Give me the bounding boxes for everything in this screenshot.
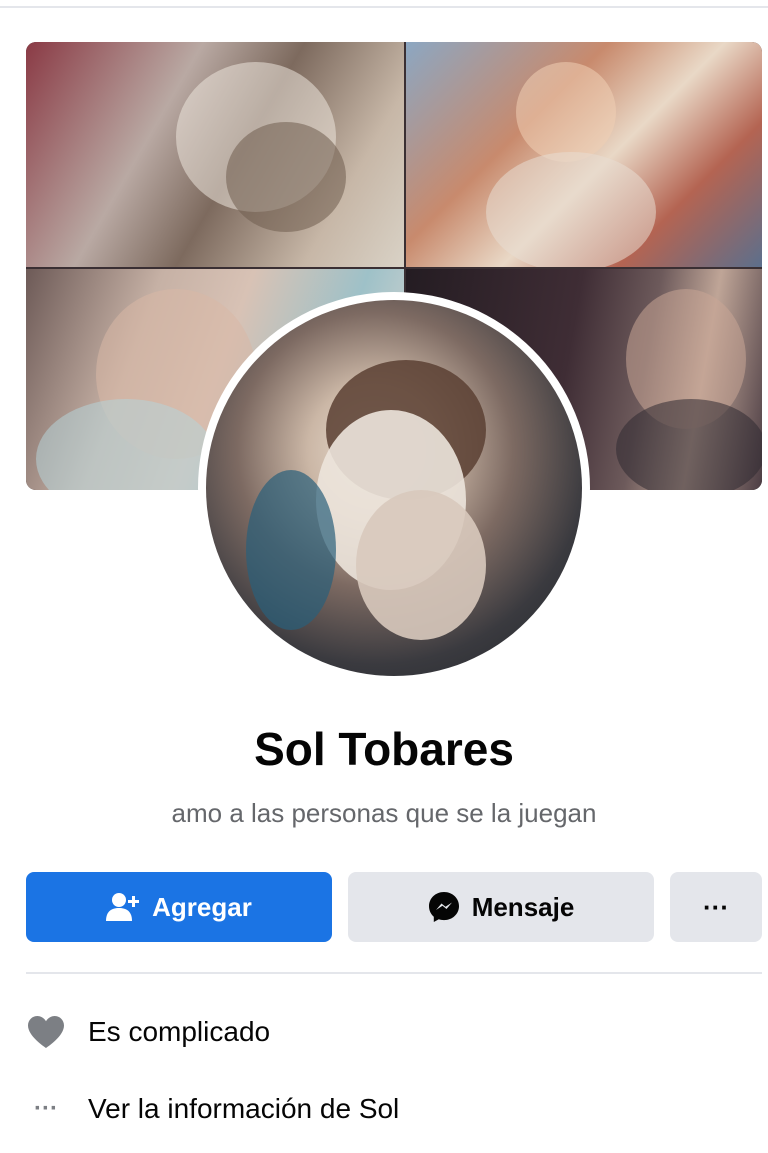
- section-divider: [26, 972, 762, 974]
- cover-photo-tile-top-left: [26, 42, 404, 267]
- more-dots-icon: ···: [26, 1089, 66, 1129]
- relationship-status-row: Es complicado: [26, 1007, 762, 1057]
- messenger-icon: [428, 891, 460, 923]
- message-button[interactable]: Mensaje: [348, 872, 654, 942]
- message-label: Mensaje: [471, 891, 575, 922]
- add-friend-icon: [106, 892, 140, 922]
- see-info-dots: ···: [34, 1095, 58, 1122]
- relationship-status-text: Es complicado: [88, 1016, 271, 1047]
- profile-bio: amo a las personas que se la juegan: [171, 798, 597, 828]
- add-friend-label: Agregar: [152, 891, 252, 922]
- more-options-button[interactable]: ···: [670, 872, 762, 942]
- profile-name: Sol Tobares: [254, 723, 514, 775]
- see-info-row[interactable]: ··· Ver la información de Sol: [26, 1084, 762, 1134]
- profile-avatar[interactable]: [198, 292, 590, 684]
- heart-icon: [26, 1012, 66, 1052]
- more-dots-icon: ···: [703, 891, 729, 922]
- add-friend-button[interactable]: Agregar: [26, 872, 332, 942]
- see-info-link[interactable]: Ver la información de Sol: [88, 1093, 399, 1125]
- top-divider: [0, 6, 768, 8]
- profile-picture: [206, 300, 582, 676]
- cover-photo-tile-top-right: [406, 42, 762, 267]
